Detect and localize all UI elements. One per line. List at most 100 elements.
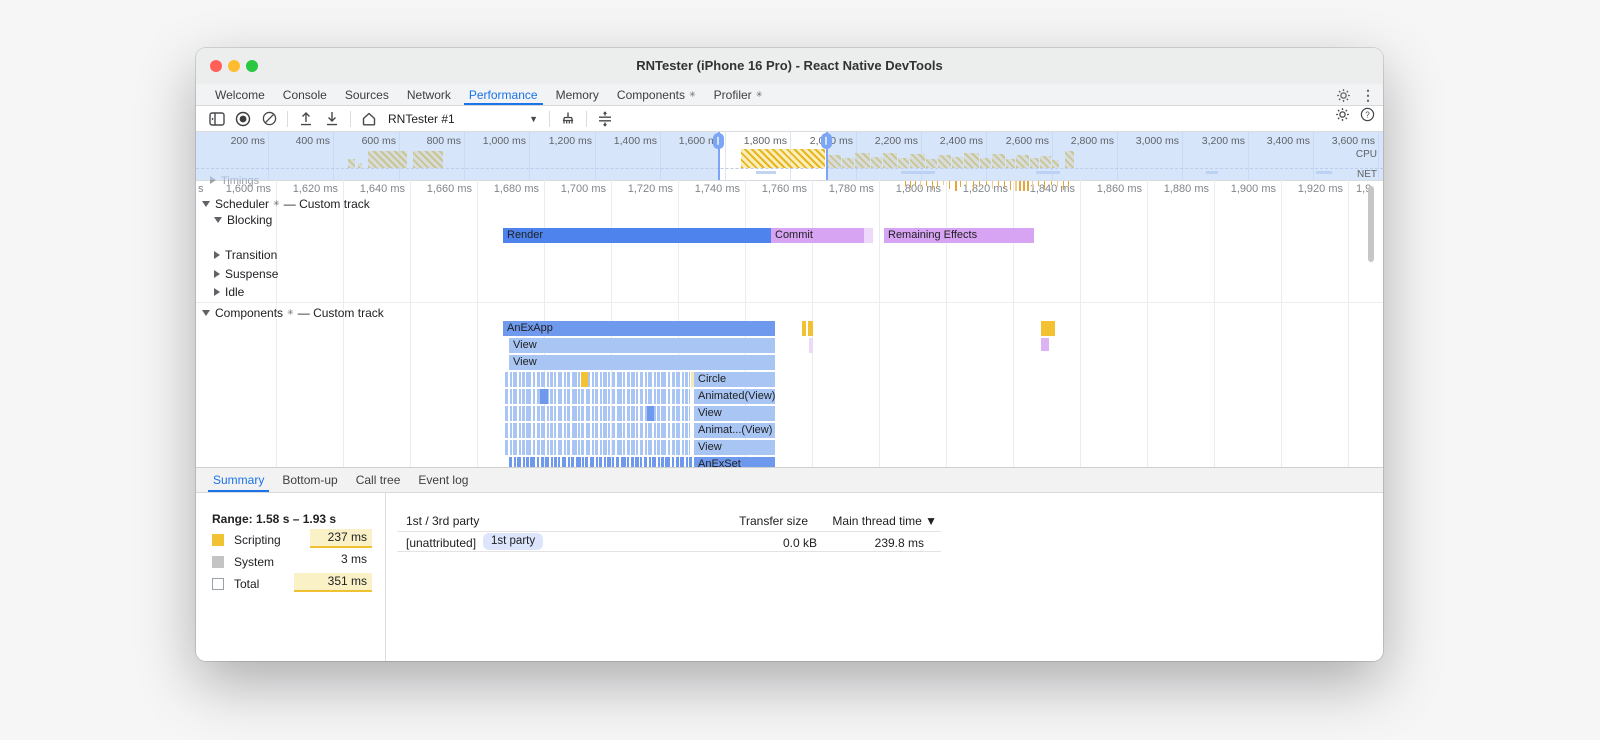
track-suspense[interactable]: Suspense (214, 266, 278, 281)
track-components[interactable]: Components ✳ — Custom track (202, 305, 384, 320)
expand-triangle-icon[interactable] (214, 287, 220, 296)
flame-sliver (631, 440, 635, 455)
record-icon[interactable] (232, 109, 254, 129)
party-col-name-header[interactable]: 1st / 3rd party (406, 514, 479, 528)
track-blocking[interactable]: Blocking (214, 212, 272, 227)
vertical-scrollbar-thumb[interactable] (1368, 186, 1374, 262)
flame-sliver (689, 372, 690, 387)
overview-handle-left[interactable]: ∥ (713, 133, 724, 149)
tab-welcome[interactable]: Welcome (206, 84, 274, 105)
tab-performance[interactable]: Performance (460, 84, 547, 105)
flame-bar-commit[interactable]: Commit (771, 228, 864, 243)
flame-mark[interactable] (808, 321, 813, 336)
flame-sliver (592, 423, 594, 438)
flame-sliver (595, 406, 598, 421)
party-col-main-header[interactable]: Main thread time ▼ (796, 514, 937, 528)
tab-memory[interactable]: Memory (547, 84, 608, 105)
flame-sliver (603, 440, 607, 455)
flame-mark[interactable] (809, 338, 813, 353)
legend-label: Scripting (234, 532, 281, 547)
tab-components[interactable]: Components ✳ (608, 84, 705, 105)
flame-sliver (682, 372, 684, 387)
flame-sliver (519, 389, 521, 404)
toggle-sidebar-icon[interactable] (206, 109, 228, 129)
flame-sliver (558, 423, 562, 438)
flame-bar-animated-view-[interactable]: Animated(View) (694, 389, 775, 404)
expand-triangle-icon[interactable] (214, 250, 220, 259)
flame-sliver (657, 389, 660, 404)
party-row-name[interactable]: [unattributed] (406, 536, 476, 550)
flame-bar-view[interactable]: View (509, 338, 775, 353)
flame-sliver (526, 389, 531, 404)
flame-bar-anexset[interactable]: AnExSet (694, 457, 775, 467)
flame-sliver (627, 423, 630, 438)
more-options-kebab-icon[interactable]: ⋮ (1361, 87, 1375, 104)
tab-console[interactable]: Console (274, 84, 336, 105)
upload-profile-icon[interactable] (295, 109, 317, 129)
console-timestamp-tick (1010, 181, 1011, 190)
track-transition[interactable]: Transition (214, 247, 277, 262)
collapse-triangle-icon[interactable] (214, 216, 222, 223)
settings-gear-icon[interactable] (1336, 88, 1351, 103)
download-profile-icon[interactable] (321, 109, 343, 129)
collapse-triangle-icon[interactable] (202, 309, 210, 316)
overview-handle-right[interactable]: ∥ (821, 133, 832, 149)
flame-sliver (533, 389, 535, 404)
flame-bar-view[interactable]: View (509, 355, 775, 370)
flame-sliver (533, 423, 535, 438)
tab-profiler[interactable]: Profiler ✳ (705, 84, 772, 105)
tab-label: Memory (555, 87, 599, 102)
flame-bar-render[interactable]: Render (503, 228, 771, 243)
collapse-triangle-icon[interactable] (202, 200, 210, 207)
tab-network[interactable]: Network (398, 84, 460, 105)
flame-mark[interactable] (1041, 338, 1049, 351)
flame-sliver (612, 423, 615, 438)
flame-sliver (550, 389, 553, 404)
timeline-main[interactable]: 1,600 ms 1,620 ms 1,640 ms 1,660 ms 1,680 ms… (196, 180, 1383, 467)
flame-sliver (665, 457, 670, 467)
flame-sliver (600, 423, 602, 438)
flame-bar-circle[interactable]: Circle (694, 372, 775, 387)
panel-tab-bottom-up[interactable]: Bottom-up (273, 468, 346, 492)
panel-tab-summary[interactable]: Summary (204, 468, 273, 492)
garbage-collect-icon[interactable] (557, 109, 579, 129)
toolbar-separator (287, 110, 288, 127)
party-col-transfer-header[interactable]: Transfer size (676, 514, 808, 528)
ruler-time-label: 1,880 ms (1163, 183, 1209, 195)
flame-bar-anexapp[interactable]: AnExApp (503, 321, 775, 336)
home-icon[interactable] (358, 109, 380, 129)
flame-sliver (672, 389, 675, 404)
performance-settings-gear-icon[interactable] (1335, 107, 1350, 122)
legend-swatch-total (212, 577, 224, 590)
flame-mark[interactable] (1041, 321, 1055, 336)
session-select[interactable]: RNTester #1 ▼ (388, 112, 544, 126)
track-idle[interactable]: Idle (214, 284, 244, 299)
flame-sliver (661, 457, 664, 467)
tab-label: Console (282, 87, 327, 102)
flame-sliver (567, 440, 570, 455)
flame-sliver (600, 440, 602, 455)
flame-sliver (608, 423, 610, 438)
capture-settings-icon[interactable] (594, 109, 616, 129)
flame-bar-remaining-effects[interactable]: Remaining Effects (884, 228, 1034, 243)
flame-sliver (682, 423, 684, 438)
ruler-time-label: 1,760 ms (761, 183, 807, 195)
chevron-down-icon: ▼ (529, 113, 538, 124)
flame-mark[interactable] (802, 321, 806, 336)
panel-tab-event-log[interactable]: Event log (409, 468, 477, 492)
flame-bar-view[interactable]: View (694, 440, 775, 455)
tab-sources[interactable]: Sources (336, 84, 398, 105)
flame-bar-view[interactable]: View (694, 406, 775, 421)
flame-bar-animat-view-[interactable]: Animat...(View) (694, 423, 775, 438)
toolbar-separator (586, 110, 587, 127)
clear-icon[interactable] (258, 109, 280, 129)
overview-time-label: 3,000 ms (1135, 135, 1179, 147)
flame-sliver (505, 372, 508, 387)
help-icon[interactable]: ? (1360, 107, 1375, 122)
panel-tab-call-tree[interactable]: Call tree (347, 468, 410, 492)
track-scheduler[interactable]: Scheduler ✳ — Custom track (202, 196, 370, 211)
flame-bar-segment[interactable] (864, 228, 873, 243)
flame-sliver (648, 440, 652, 455)
expand-triangle-icon[interactable] (214, 269, 220, 278)
timeline-overview[interactable]: CPU NET 200 ms 400 ms 600 ms 800 ms 1,000 ms… (196, 132, 1383, 181)
